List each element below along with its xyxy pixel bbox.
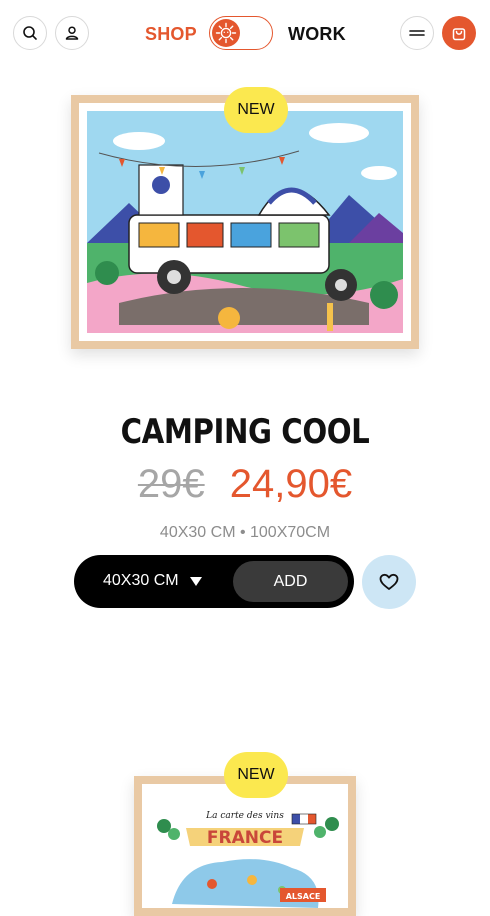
sale-price: 24,90€ xyxy=(229,462,353,506)
wishlist-button[interactable] xyxy=(362,555,416,609)
available-sizes: 40X30 CM • 100X70CM xyxy=(159,524,331,541)
france-map-illustration: La carte des vins FRANCE ALSACE xyxy=(142,784,348,908)
sun-icon xyxy=(215,22,237,44)
old-price: 29€ xyxy=(137,462,205,506)
caret-down-icon xyxy=(189,577,202,586)
add-button[interactable]: ADD xyxy=(233,561,348,602)
nav-shop-link[interactable]: SHOP xyxy=(145,24,197,45)
poster-title: FRANCE xyxy=(207,828,283,848)
product-title[interactable]: CAMPING COOL xyxy=(34,412,455,452)
shop-work-toggle[interactable] xyxy=(209,16,273,50)
user-icon xyxy=(65,26,79,40)
account-button[interactable] xyxy=(55,16,89,50)
poster-script: La carte des vins xyxy=(205,811,284,821)
nav-work-link[interactable]: WORK xyxy=(288,24,346,45)
price-row: 29€ 24,90€ xyxy=(0,462,490,507)
search-icon xyxy=(23,26,37,40)
camping-illustration xyxy=(79,103,411,341)
header: SHOP WORK xyxy=(0,0,490,68)
poster-art: La carte des vins FRANCE ALSACE xyxy=(142,784,348,908)
new-badge: NEW xyxy=(224,87,288,133)
add-to-cart-bar: 40X30 CM ADD xyxy=(74,555,354,608)
poster-art xyxy=(79,103,411,341)
cart-button[interactable] xyxy=(442,16,476,50)
search-button[interactable] xyxy=(13,16,47,50)
product-image-camping-cool[interactable] xyxy=(71,95,419,349)
size-select-value: 40X30 CM xyxy=(103,572,179,589)
cart-icon xyxy=(452,28,466,41)
toggle-knob xyxy=(212,19,240,47)
new-badge: NEW xyxy=(224,752,288,798)
menu-icon xyxy=(409,30,425,36)
heart-icon xyxy=(379,573,399,590)
menu-button[interactable] xyxy=(400,16,434,50)
size-select[interactable]: 40X30 CM xyxy=(103,572,203,590)
